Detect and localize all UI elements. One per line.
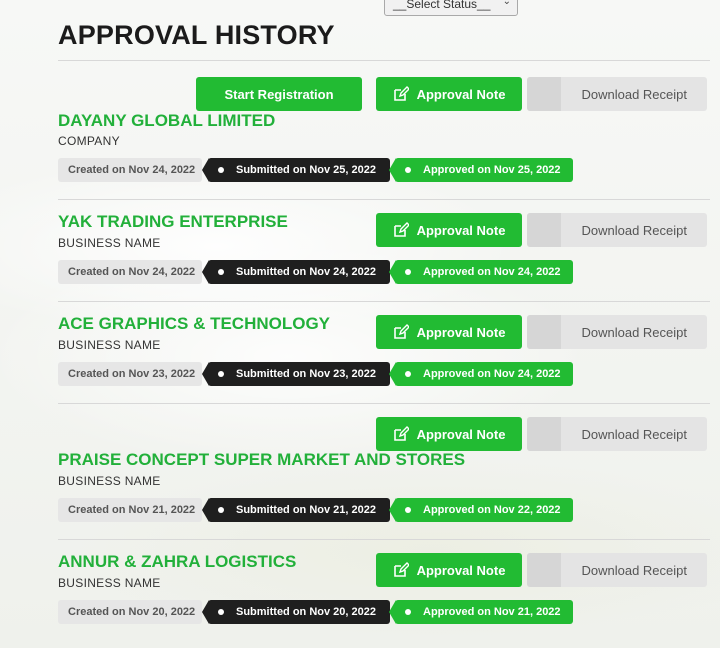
entity-type: BUSINESS NAME bbox=[58, 474, 161, 488]
entity-type: BUSINESS NAME bbox=[58, 338, 161, 352]
approval-note-label: Approval Note bbox=[416, 562, 506, 578]
entity-type: BUSINESS NAME bbox=[58, 576, 161, 590]
record-card: Start Registration Approval Note Downloa… bbox=[58, 60, 710, 200]
download-receipt-label: Download Receipt bbox=[581, 324, 687, 340]
bullet-icon bbox=[405, 507, 411, 513]
chevron-down-icon: ⌄ bbox=[502, 0, 511, 7]
bullet-icon bbox=[218, 507, 224, 513]
bullet-icon bbox=[405, 167, 411, 173]
approved-date-badge: Approved on Nov 21, 2022 bbox=[389, 600, 573, 624]
record-card: Approval Note Download Receipt YAK TRADI… bbox=[58, 200, 710, 302]
approved-date-text: Approved on Nov 25, 2022 bbox=[423, 164, 561, 176]
submitted-date-text: Submitted on Nov 20, 2022 bbox=[236, 606, 376, 618]
submitted-date-text: Submitted on Nov 23, 2022 bbox=[236, 368, 376, 380]
entity-type: COMPANY bbox=[58, 134, 120, 148]
download-receipt-button[interactable]: Download Receipt bbox=[527, 553, 707, 587]
created-date-text: Created on Nov 20, 2022 bbox=[68, 606, 196, 618]
created-date-badge: Created on Nov 24, 2022 bbox=[58, 260, 202, 284]
created-date-badge: Created on Nov 24, 2022 bbox=[58, 158, 202, 182]
approved-date-badge: Approved on Nov 24, 2022 bbox=[389, 260, 573, 284]
record-card: Approval Note Download Receipt PRAISE CO… bbox=[58, 404, 710, 540]
receipt-button-cap bbox=[527, 417, 561, 451]
approval-note-button[interactable]: Approval Note bbox=[376, 417, 522, 451]
record-card: Approval Note Download Receipt ACE GRAPH… bbox=[58, 302, 710, 404]
submitted-date-text: Submitted on Nov 24, 2022 bbox=[236, 266, 376, 278]
approved-date-text: Approved on Nov 22, 2022 bbox=[423, 504, 561, 516]
download-receipt-button[interactable]: Download Receipt bbox=[527, 417, 707, 451]
entity-name: ACE GRAPHICS & TECHNOLOGY bbox=[58, 314, 331, 333]
created-date-badge: Created on Nov 20, 2022 bbox=[58, 600, 202, 624]
submitted-date-badge: Submitted on Nov 23, 2022 bbox=[202, 362, 390, 386]
download-receipt-label: Download Receipt bbox=[581, 86, 687, 102]
approval-note-label: Approval Note bbox=[416, 222, 506, 238]
approval-note-button[interactable]: Approval Note bbox=[376, 553, 522, 587]
start-registration-label: Start Registration bbox=[224, 86, 334, 102]
approved-date-text: Approved on Nov 24, 2022 bbox=[423, 266, 561, 278]
approved-date-text: Approved on Nov 24, 2022 bbox=[423, 368, 561, 380]
approved-date-badge: Approved on Nov 25, 2022 bbox=[389, 158, 573, 182]
bullet-icon bbox=[405, 269, 411, 275]
entity-name: PRAISE CONCEPT SUPER MARKET AND STORES bbox=[58, 450, 466, 469]
approval-note-button[interactable]: Approval Note bbox=[376, 213, 522, 247]
edit-icon bbox=[393, 222, 409, 237]
created-date-text: Created on Nov 21, 2022 bbox=[68, 504, 196, 516]
entity-type: BUSINESS NAME bbox=[58, 236, 161, 250]
bullet-icon bbox=[218, 609, 224, 615]
bullet-icon bbox=[405, 609, 411, 615]
created-date-badge: Created on Nov 21, 2022 bbox=[58, 498, 202, 522]
receipt-button-cap bbox=[527, 315, 561, 349]
bullet-icon bbox=[405, 371, 411, 377]
entity-name: DAYANY GLOBAL LIMITED bbox=[58, 111, 276, 130]
divider bbox=[58, 60, 710, 61]
bullet-icon bbox=[218, 269, 224, 275]
approved-date-badge: Approved on Nov 24, 2022 bbox=[389, 362, 573, 386]
approval-note-button[interactable]: Approval Note bbox=[376, 77, 522, 111]
edit-icon bbox=[393, 324, 409, 339]
status-filter-select[interactable]: __Select Status__ ⌄ bbox=[384, 0, 518, 16]
entity-name: YAK TRADING ENTERPRISE bbox=[58, 212, 288, 231]
download-receipt-button[interactable]: Download Receipt bbox=[527, 213, 707, 247]
approved-date-text: Approved on Nov 21, 2022 bbox=[423, 606, 561, 618]
approval-note-label: Approval Note bbox=[416, 426, 506, 442]
record-card: Approval Note Download Receipt ANNUR & Z… bbox=[58, 540, 710, 640]
receipt-button-cap bbox=[527, 77, 561, 111]
download-receipt-label: Download Receipt bbox=[581, 426, 687, 442]
approved-date-badge: Approved on Nov 22, 2022 bbox=[389, 498, 573, 522]
approval-note-button[interactable]: Approval Note bbox=[376, 315, 522, 349]
status-filter-value: __Select Status__ bbox=[393, 0, 491, 11]
download-receipt-button[interactable]: Download Receipt bbox=[527, 77, 707, 111]
download-receipt-label: Download Receipt bbox=[581, 562, 687, 578]
start-registration-button[interactable]: Start Registration bbox=[196, 77, 362, 111]
submitted-date-text: Submitted on Nov 21, 2022 bbox=[236, 504, 376, 516]
submitted-date-text: Submitted on Nov 25, 2022 bbox=[236, 164, 376, 176]
download-receipt-label: Download Receipt bbox=[581, 222, 687, 238]
created-date-text: Created on Nov 23, 2022 bbox=[68, 368, 196, 380]
bullet-icon bbox=[218, 167, 224, 173]
created-date-text: Created on Nov 24, 2022 bbox=[68, 266, 196, 278]
edit-icon bbox=[393, 86, 409, 101]
page-title: APPROVAL HISTORY bbox=[58, 20, 335, 50]
approval-note-label: Approval Note bbox=[416, 324, 506, 340]
bullet-icon bbox=[218, 371, 224, 377]
edit-icon bbox=[393, 426, 409, 441]
submitted-date-badge: Submitted on Nov 20, 2022 bbox=[202, 600, 390, 624]
approval-note-label: Approval Note bbox=[416, 86, 506, 102]
submitted-date-badge: Submitted on Nov 24, 2022 bbox=[202, 260, 390, 284]
submitted-date-badge: Submitted on Nov 21, 2022 bbox=[202, 498, 390, 522]
created-date-badge: Created on Nov 23, 2022 bbox=[58, 362, 202, 386]
receipt-button-cap bbox=[527, 213, 561, 247]
receipt-button-cap bbox=[527, 553, 561, 587]
edit-icon bbox=[393, 562, 409, 577]
created-date-text: Created on Nov 24, 2022 bbox=[68, 164, 196, 176]
submitted-date-badge: Submitted on Nov 25, 2022 bbox=[202, 158, 390, 182]
entity-name: ANNUR & ZAHRA LOGISTICS bbox=[58, 552, 297, 571]
download-receipt-button[interactable]: Download Receipt bbox=[527, 315, 707, 349]
